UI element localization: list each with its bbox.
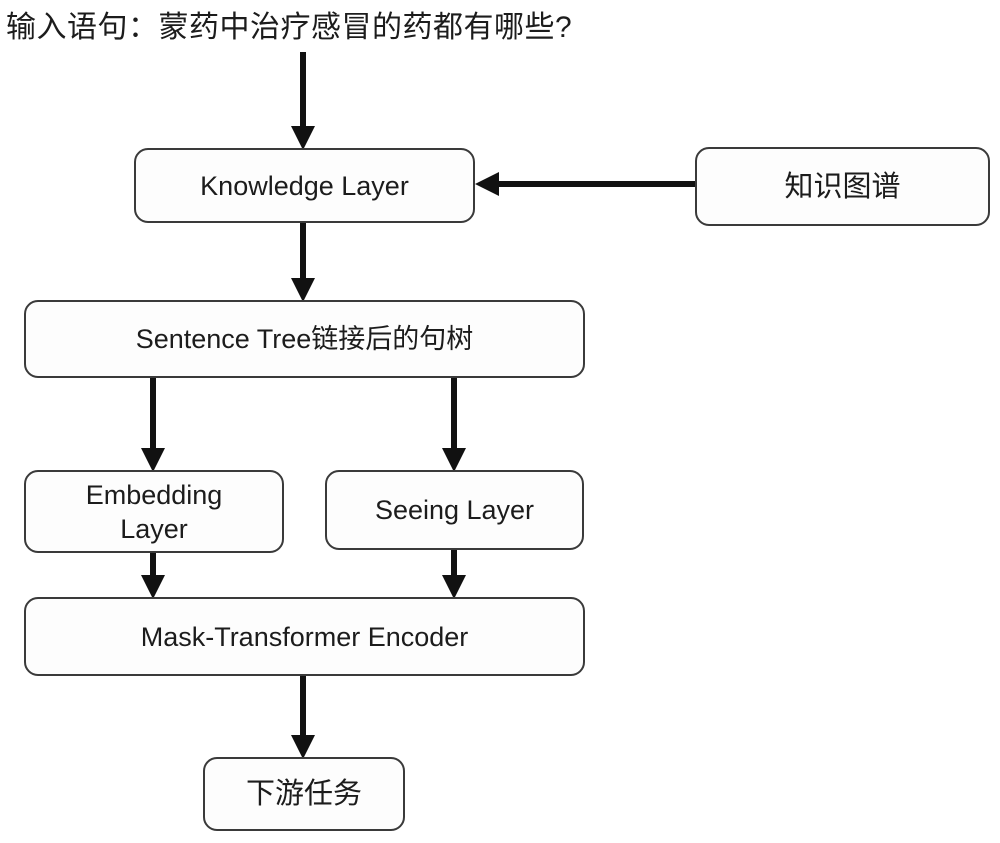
node-downstream-task-label: 下游任务 [245,778,362,810]
edge-knowledge-graph-to-knowledge-layer [475,172,695,196]
node-embedding-layer-label: Embedding Layer [26,478,282,546]
edge-embedding-layer-to-mask-transformer [141,553,165,599]
edge-sentence-tree-to-seeing-layer [442,378,466,472]
node-seeing-layer[interactable]: Seeing Layer [325,470,584,550]
node-mask-transformer-encoder-label: Mask-Transformer Encoder [140,621,469,652]
node-downstream-task[interactable]: 下游任务 [203,757,405,831]
node-knowledge-layer-label: Knowledge Layer [200,170,409,201]
edge-knowledge-layer-to-sentence-tree [291,223,315,302]
node-embedding-layer-label-line1: Embedding [85,479,223,510]
node-seeing-layer-label: Seeing Layer [374,495,535,525]
diagram-edges [141,52,695,759]
edge-seeing-layer-to-mask-transformer [442,550,466,599]
node-mask-transformer-encoder[interactable]: Mask-Transformer Encoder [24,597,585,676]
input-sentence-caption: 输入语句：蒙药中治疗感冒的药都有哪些? [6,11,573,44]
edge-caption-to-knowledge-layer [291,52,315,150]
edge-sentence-tree-to-embedding-layer [141,378,165,472]
node-sentence-tree-label: Sentence Tree链接后的句树 [135,324,474,354]
node-knowledge-layer[interactable]: Knowledge Layer [134,148,475,223]
node-embedding-layer-label-line2: Layer [120,513,188,544]
node-knowledge-graph-label: 知识图谱 [784,170,901,203]
node-sentence-tree[interactable]: Sentence Tree链接后的句树 [24,300,585,378]
diagram-canvas: 输入语句：蒙药中治疗感冒的药都有哪些? Knowledge Layer 知识图谱… [0,0,1000,843]
edge-mask-transformer-to-downstream-task [291,676,315,759]
node-knowledge-graph[interactable]: 知识图谱 [695,147,990,226]
node-embedding-layer[interactable]: Embedding Layer [24,470,284,553]
